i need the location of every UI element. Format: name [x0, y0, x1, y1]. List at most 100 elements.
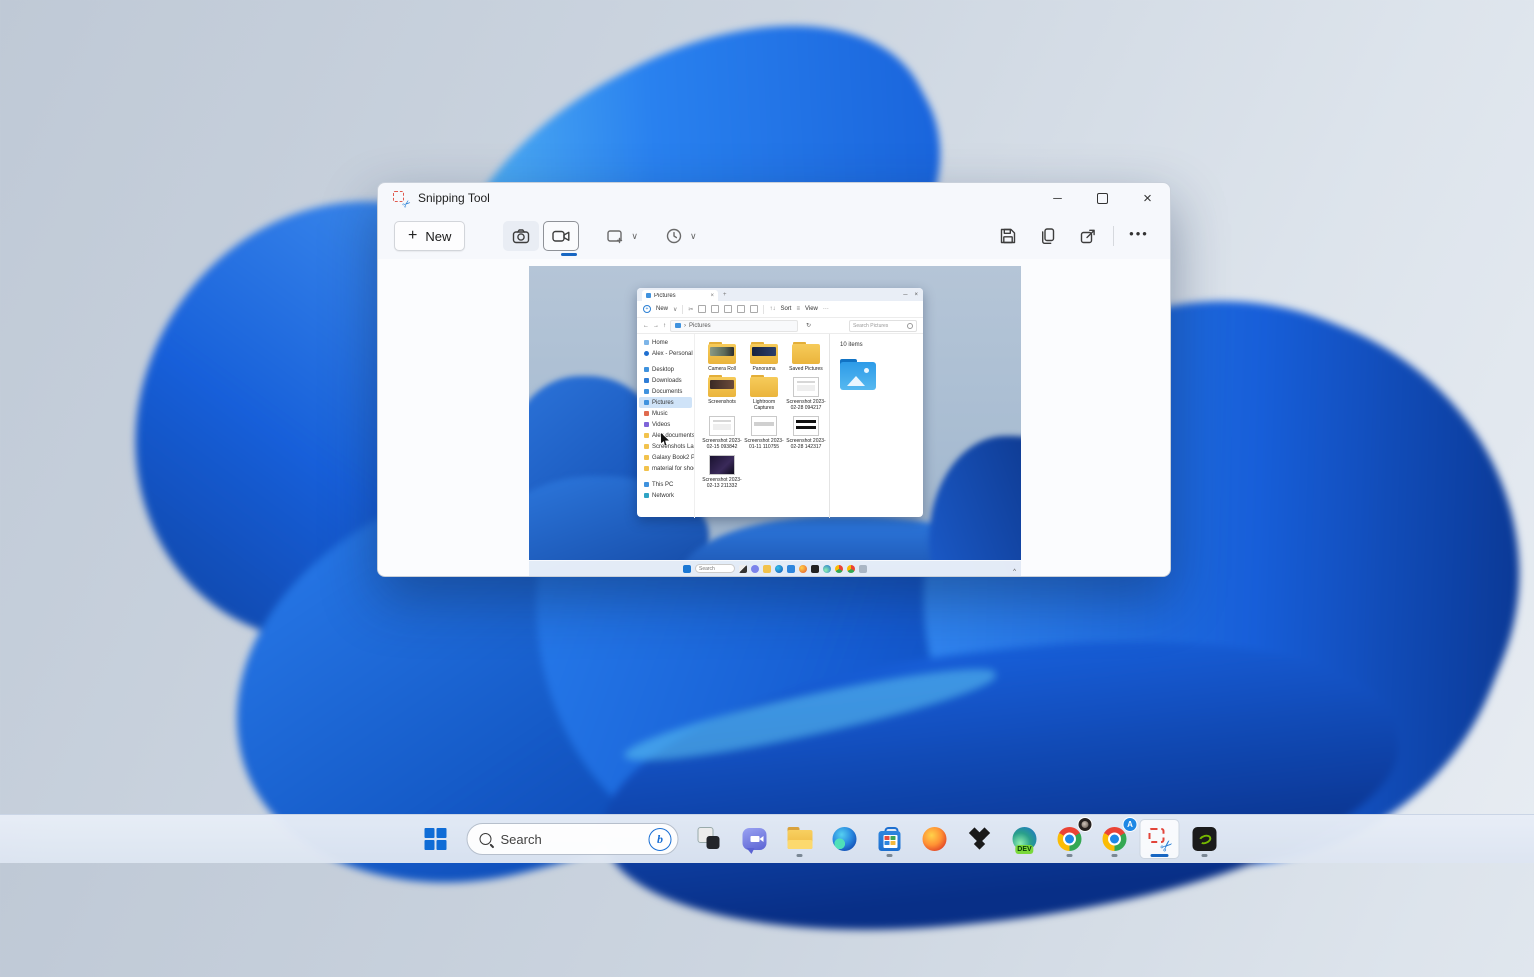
new-tab-icon: + [723, 292, 727, 298]
explorer-tab: Pictures × [642, 290, 718, 301]
share-button[interactable] [1073, 221, 1103, 251]
running-indicator [1067, 854, 1073, 857]
nvidia-button[interactable] [1185, 819, 1225, 859]
folder-tile: Screenshots [701, 377, 743, 411]
recorded-video-frame[interactable]: Pictures × + ─ × + New ∨ [529, 266, 1021, 576]
snipping-tool-button-active[interactable]: ✂ [1140, 819, 1180, 859]
taskbar-search-box[interactable]: Search b [467, 823, 679, 855]
file-tile: Screenshot 2023-02-13 211332 [701, 455, 743, 489]
recorded-taskbar: Search ^ [529, 560, 1021, 576]
search-box-text: Search Pictures [853, 323, 888, 329]
mini-task-view-icon [739, 565, 747, 573]
screenshot-mode-button[interactable] [503, 221, 539, 251]
share-icon [1078, 226, 1098, 246]
camera-icon [511, 226, 531, 246]
record-mode-button[interactable] [543, 221, 579, 251]
mini-search-pill: Search [695, 564, 735, 573]
chrome-profile1-button[interactable] [1050, 819, 1090, 859]
mini-dropbox-icon [811, 565, 819, 573]
delay-dropdown[interactable]: ∨ [664, 226, 697, 246]
mini-tray-chevron-icon: ^ [1013, 569, 1016, 575]
edge-button[interactable] [825, 819, 865, 859]
snip-shape-dropdown[interactable]: ∨ [605, 226, 638, 246]
folder-icon [644, 444, 649, 449]
tab-title: Pictures [654, 293, 707, 299]
file-tile: Screenshot 2023-02-15 093842 [701, 416, 743, 450]
microsoft-store-button[interactable] [870, 819, 910, 859]
new-snip-button[interactable]: + New [394, 221, 465, 251]
teams-chat-button[interactable] [735, 819, 775, 859]
view-icon: ≡ [796, 306, 800, 312]
minimize-button[interactable]: ─ [1035, 183, 1080, 213]
folder-icon [708, 377, 736, 397]
save-button[interactable] [993, 221, 1023, 251]
search-placeholder: Search [501, 832, 640, 847]
sort-icon: ↑↓ [769, 306, 775, 312]
back-icon: ← [643, 323, 649, 329]
chrome-icon [1103, 827, 1127, 851]
title-bar[interactable]: ✂ Snipping Tool ─ × [378, 183, 1170, 213]
folder-icon [750, 377, 778, 397]
folder-icon [708, 344, 736, 364]
chrome-profile2-button[interactable]: A [1095, 819, 1135, 859]
search-icon [480, 833, 492, 845]
divider [682, 305, 683, 314]
downloads-icon [644, 378, 649, 383]
sidebar-item-documents: Documents [637, 386, 694, 397]
start-button[interactable] [416, 819, 456, 859]
new-item-icon: + [643, 305, 651, 313]
documents-icon [644, 389, 649, 394]
dropbox-button[interactable] [960, 819, 1000, 859]
copy-icon [698, 305, 706, 313]
sidebar-item-network: Network [637, 490, 694, 501]
mini-chat-icon [751, 565, 759, 573]
sidebar-item-pictures-selected: Pictures [639, 397, 692, 408]
chevron-down-icon: ∨ [673, 306, 677, 313]
screenshot-thumbnail [793, 377, 819, 397]
sidebar-item-folder: Galaxy Book2 Pro [637, 452, 694, 463]
mini-minimize-icon: ─ [903, 292, 907, 298]
pictures-icon [644, 400, 649, 405]
share-icon [737, 305, 745, 313]
copy-icon [1038, 226, 1058, 246]
folder-icon [644, 455, 649, 460]
chrome-profile-letter-badge: A [1124, 818, 1137, 831]
firefox-button[interactable] [915, 819, 955, 859]
capture-mode-toggle [503, 221, 579, 251]
folder-icon [792, 344, 820, 364]
view-label: View [805, 306, 818, 312]
maximize-button[interactable] [1080, 183, 1125, 213]
bing-icon: b [649, 828, 672, 851]
file-explorer-button[interactable] [780, 819, 820, 859]
explorer-address-bar: ← → ↑ › Pictures ↻ Search Pictures [637, 318, 923, 334]
close-button[interactable]: × [1125, 183, 1170, 213]
copy-button[interactable] [1033, 221, 1063, 251]
running-indicator [1112, 854, 1118, 857]
rectangle-snip-icon [605, 226, 625, 246]
up-icon: ↑ [663, 323, 666, 329]
folder-tile: Lightroom Captures [743, 377, 785, 411]
mini-close-icon: × [914, 292, 918, 298]
sidebar-item-downloads: Downloads [637, 375, 694, 386]
recorded-file-explorer: Pictures × + ─ × + New ∨ [637, 288, 923, 517]
mini-store-icon [787, 565, 795, 573]
explorer-details-pane: 10 items [830, 334, 923, 518]
sidebar-item-onedrive: Alex - Personal [637, 348, 694, 359]
explorer-toolbar: + New ∨ ✂ ↑↓ Sort ≡ View [637, 301, 923, 318]
music-icon [644, 411, 649, 416]
edge-icon [833, 827, 857, 851]
file-explorer-icon [787, 830, 812, 849]
mini-file-explorer-icon [763, 565, 771, 573]
edge-dev-button[interactable]: DEV [1005, 819, 1045, 859]
folder-icon [750, 344, 778, 364]
task-view-button[interactable] [690, 819, 730, 859]
file-tile: Screenshot 2023-02-28 094217 [785, 377, 827, 411]
running-indicator [887, 854, 893, 857]
pictures-tab-icon [646, 293, 651, 298]
sidebar-item-home: Home [637, 337, 694, 348]
mini-edge-icon [775, 565, 783, 573]
see-more-button[interactable]: ••• [1124, 221, 1154, 251]
sidebar-item-desktop: Desktop [637, 364, 694, 375]
desktop-icon [644, 367, 649, 372]
new-button-label: New [425, 229, 451, 244]
